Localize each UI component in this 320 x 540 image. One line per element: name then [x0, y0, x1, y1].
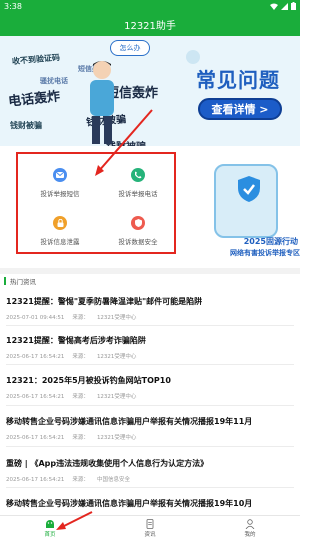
news-source-label: 来源： [72, 315, 89, 321]
tab-label: 我的 [244, 531, 256, 538]
faq-banner[interactable]: 怎么办 收不到验证码 骚扰电话 电话轰炸 钱财被骗 短信轰炸 短信轰炸 钱财被骗… [0, 36, 300, 146]
decor-circle [186, 50, 200, 64]
news-title: 12321提醒：警惕"夏季防暑降温津贴"邮件可能是陷阱 [6, 297, 203, 306]
app-title: 12321助手 [124, 20, 176, 32]
quick-actions-highlight: 投诉举报短信 投诉举报电话 投诉信息泄露 投诉数据安全 [16, 152, 176, 254]
news-meta: 2025-06-17 16:54:21 来源： 中国信息安全 [6, 475, 294, 483]
banner-headline: 常见问题 [196, 68, 280, 92]
banner-keyword: 骚扰电话 [40, 77, 68, 85]
promo-line1: 2025固源行动 [243, 237, 298, 246]
tab-label: 首页 [44, 531, 56, 538]
wifi-icon [270, 3, 278, 10]
news-source-label: 来源： [72, 394, 89, 400]
news-source-label: 来源： [72, 477, 89, 483]
news-source: 12321受理中心 [96, 394, 137, 400]
news-meta: 2025-06-17 16:54:21 来源： 12321受理中心 [6, 352, 294, 360]
news-date: 2025-06-17 16:54:21 [6, 477, 65, 483]
battery-icon [291, 2, 296, 10]
report-sms-button[interactable]: 投诉举报短信 [22, 160, 98, 206]
android-home-icon [46, 519, 54, 528]
news-title: 12321：2025年5月被投诉钓鱼网站TOP10 [6, 376, 171, 385]
news-item[interactable]: 重磅 | 《App违法违规收集使用个人信息行为认定方法》 2025-06-17 … [0, 458, 300, 483]
news-title: 12321提醒：警惕高考后涉考诈骗陷阱 [6, 336, 146, 345]
news-meta: 2025-06-17 16:54:21 来源： 12321受理中心 [6, 392, 294, 400]
news-item[interactable]: 12321提醒：警惕高考后涉考诈骗陷阱 2025-06-17 16:54:21 来… [0, 335, 300, 360]
report-leak-label: 投诉信息泄露 [40, 238, 80, 246]
promo-line2: 网络有害投诉举报专区 [230, 249, 300, 257]
news-separator [6, 325, 294, 326]
report-data-security-button[interactable]: 投诉数据安全 [100, 208, 176, 254]
shield-icon [131, 216, 145, 230]
banner-keyword: 钱财被骗 [10, 121, 42, 130]
news-separator [6, 487, 294, 488]
tab-home[interactable]: 首页 [0, 516, 100, 540]
news-date: 2025-06-17 16:54:21 [6, 394, 65, 400]
banner-keyword: 收不到验证码 [11, 52, 61, 67]
phone-icon [131, 168, 145, 182]
report-call-button[interactable]: 投诉举报电话 [100, 160, 176, 206]
news-meta: 2025-06-17 16:54:21 来源： 12321受理中心 [6, 433, 294, 441]
shield-check-icon [238, 176, 260, 202]
news-source: 中国信息安全 [96, 477, 130, 483]
banner-keyword: 电话轰炸 [7, 89, 61, 110]
report-leak-button[interactable]: 投诉信息泄露 [22, 208, 98, 254]
tab-label: 资讯 [144, 531, 156, 538]
news-title: 重磅 | 《App违法违规收集使用个人信息行为认定方法》 [6, 459, 209, 468]
user-icon [245, 518, 255, 529]
status-time: 3:38 [4, 1, 22, 11]
mail-icon [53, 168, 67, 182]
news-item[interactable]: 移动转售企业号码涉嫌通讯信息诈骗用户举报有关情况播报19年11月 2025-06… [0, 416, 300, 441]
news-title: 移动转售企业号码涉嫌通讯信息诈骗用户举报有关情况播报19年10月 [6, 499, 253, 508]
news-source: 12321受理中心 [96, 435, 137, 441]
document-icon [146, 518, 154, 529]
section-accent-bar [4, 277, 6, 285]
news-source: 12321受理中心 [96, 315, 137, 321]
news-source-label: 来源： [72, 354, 89, 360]
view-details-button[interactable]: 查看详情 > [198, 98, 282, 120]
news-source: 12321受理中心 [96, 354, 137, 360]
news-separator [6, 364, 294, 365]
news-item[interactable]: 移动转售企业号码涉嫌通讯信息诈骗用户举报有关情况播报19年10月 [0, 498, 300, 509]
tab-profile[interactable]: 我的 [200, 516, 300, 540]
report-call-label: 投诉举报电话 [118, 190, 158, 198]
tab-news[interactable]: 资讯 [100, 516, 200, 540]
section-title: 热门资讯 [10, 278, 36, 286]
news-source-label: 来源： [72, 435, 89, 441]
status-bar: 3:38 [0, 0, 300, 12]
hot-news-header: 热门资讯 [0, 274, 300, 288]
report-data-security-label: 投诉数据安全 [118, 238, 158, 246]
campaign-promo-card[interactable]: 2025固源行动 网络有害投诉举报专区 [202, 152, 300, 262]
system-icons [270, 2, 296, 10]
app-bar: 12321助手 [0, 12, 300, 36]
news-item[interactable]: 12321提醒：警惕"夏季防暑降温津贴"邮件可能是陷阱 2025-07-01 0… [0, 296, 300, 321]
signal-icon [281, 2, 288, 10]
news-separator [6, 446, 294, 447]
news-date: 2025-06-17 16:54:21 [6, 435, 65, 441]
news-date: 2025-07-01 09:44:51 [6, 315, 65, 321]
news-date: 2025-06-17 16:54:21 [6, 354, 65, 360]
news-item[interactable]: 12321：2025年5月被投诉钓鱼网站TOP10 2025-06-17 16:… [0, 375, 300, 400]
report-sms-label: 投诉举报短信 [40, 190, 80, 198]
person-illustration [90, 61, 114, 144]
lock-icon [53, 216, 67, 230]
news-meta: 2025-07-01 09:44:51 来源： 12321受理中心 [6, 313, 294, 321]
banner-bubble: 怎么办 [110, 40, 150, 56]
news-separator [6, 405, 294, 406]
bottom-tab-bar: 首页 资讯 我的 [0, 515, 300, 540]
news-title: 移动转售企业号码涉嫌通讯信息诈骗用户举报有关情况播报19年11月 [6, 417, 253, 426]
